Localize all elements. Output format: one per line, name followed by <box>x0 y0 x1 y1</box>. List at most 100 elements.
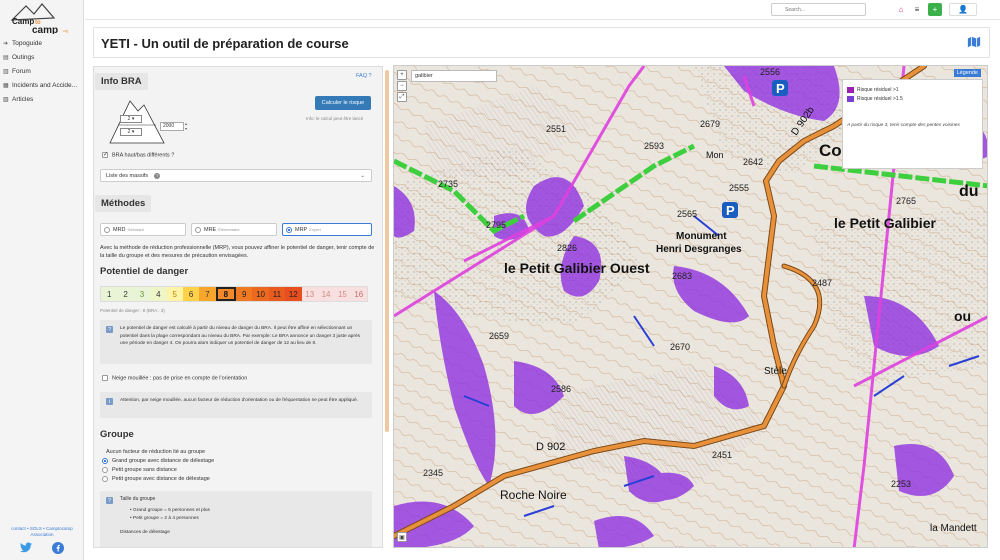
elevation-label: 2826 <box>557 243 577 253</box>
method-mrd-option[interactable]: MRD Débutant <box>100 223 186 236</box>
camptocamp-logo[interactable]: Camp to camp org <box>10 2 74 36</box>
legend-item: Risque résiduel >1 <box>847 87 899 93</box>
danger-level-5[interactable]: 5 <box>166 287 183 301</box>
search-input[interactable] <box>771 3 866 16</box>
danger-level-2[interactable]: 2 <box>117 287 134 301</box>
elevation-label: 2556 <box>760 67 780 77</box>
fullscreen-icon[interactable]: ⤢ <box>397 92 407 102</box>
danger-level-15[interactable]: 15 <box>334 287 351 301</box>
danger-level-9[interactable]: 9 <box>236 287 253 301</box>
map-label-road: D 902 <box>536 441 565 453</box>
wet-snow-checkbox[interactable]: Neige mouillée : pas de prise en compte … <box>102 375 247 381</box>
altitude-input[interactable]: 2000 <box>160 122 184 131</box>
method-mrp-option[interactable]: MRP Expert <box>282 223 372 236</box>
wet-snow-label: Neige mouillée : pas de prise en compte … <box>112 375 248 382</box>
sidebar-item-articles[interactable]: ▧ Articles <box>3 92 77 106</box>
legend-swatch-icon <box>847 87 854 93</box>
potentiel-info-box: ? Le potentiel de danger est calculé à p… <box>100 320 372 364</box>
sidebar-item-forum[interactable]: ▥ Forum <box>3 64 77 78</box>
massif-select-label: Liste des massifs <box>106 172 149 179</box>
map-label-stele: Stèle <box>764 366 787 377</box>
map-icon[interactable] <box>967 35 981 49</box>
distances-title: Distances de délestage <box>120 530 170 535</box>
danger-level-16[interactable]: 16 <box>350 287 367 301</box>
calculate-hint: Info: le calcul peut être lancé <box>306 116 364 121</box>
group-size-title: Taille du groupe <box>120 496 156 502</box>
elevation-label: 2253 <box>891 479 911 489</box>
legend-note: A partir du risque 3, tenir compte des p… <box>847 123 960 128</box>
elevation-label: 2679 <box>700 119 720 129</box>
info-icon: i <box>106 398 113 405</box>
yeti-form-panel: Info BRA FAQ ? 2 ▾ 2 ▾ 2000 ▴ ▾ Calculer … <box>93 66 383 548</box>
elevation-label: 2487 <box>812 278 832 288</box>
bra-different-checkbox[interactable]: BRA haut/bas différents ? <box>102 151 174 158</box>
elevation-label: 2345 <box>423 468 443 478</box>
svg-text:camp: camp <box>32 25 58 34</box>
danger-level-8[interactable]: 8 <box>215 287 236 301</box>
elevation-label: 2551 <box>546 124 566 134</box>
user-icon[interactable]: 👤 <box>949 3 977 16</box>
sidebar-nav: ➔ Topoguide ▤ Outings ▥ Forum ▦ Incidents an… <box>3 36 77 106</box>
danger-level-1[interactable]: 1 <box>101 287 118 301</box>
group-size-bullet: • Petit groupe = 2 à 4 personnes <box>130 516 199 521</box>
elevation-label: 2642 <box>743 157 763 167</box>
danger-level-4[interactable]: 4 <box>150 287 167 301</box>
group-option-large-distance[interactable]: Grand groupe avec distance de délestage <box>102 458 214 464</box>
map-view[interactable]: P P Col du Galibier le Petit Galibier le… <box>393 65 988 548</box>
radio-label: Petit groupe sans distance <box>112 467 177 473</box>
map-label-roche: Roche Noire <box>500 488 567 502</box>
legend-item: Risque résiduel >1.5 <box>847 96 903 102</box>
chevron-down-icon: ⌄ <box>360 172 365 179</box>
twitter-icon[interactable] <box>20 542 32 553</box>
danger-level-6[interactable]: 6 <box>182 287 200 301</box>
legend-swatch-icon <box>847 96 854 102</box>
danger-level-7[interactable]: 7 <box>199 287 216 301</box>
danger-level-14[interactable]: 14 <box>317 287 335 301</box>
legend-button[interactable]: Légende <box>953 69 981 77</box>
map-label-petit: le Petit Galibier <box>834 215 936 231</box>
radio-icon <box>195 227 201 233</box>
zoom-out-icon[interactable]: − <box>397 81 407 91</box>
layers-toggle-icon[interactable]: ▣ <box>397 532 407 542</box>
svg-text:Camp: Camp <box>12 17 34 26</box>
map-label-mandette: la Mandett <box>930 523 977 534</box>
bra-low-level[interactable]: 2 ▾ <box>120 128 142 136</box>
danger-level-3[interactable]: 3 <box>133 287 151 301</box>
sidebar-item-outings[interactable]: ▤ Outings <box>3 50 77 64</box>
map-label-ou: ou <box>954 308 971 324</box>
faq-link[interactable]: FAQ ? <box>356 73 372 79</box>
danger-level-13[interactable]: 13 <box>301 287 318 301</box>
altitude-stepper[interactable]: ▴ ▾ <box>185 121 187 131</box>
elevation-label: 2683 <box>672 271 692 281</box>
methodes-heading: Méthodes <box>95 195 152 212</box>
zoom-in-icon[interactable]: + <box>397 70 407 80</box>
massif-select[interactable]: Liste des massifs ? ⌄ <box>100 169 372 182</box>
group-option-small-no-distance[interactable]: Petit groupe sans distance <box>102 467 177 473</box>
group-option-none[interactable]: Aucun facteur de réduction lié au groupe <box>106 449 205 455</box>
map-search-input[interactable]: galibier <box>411 70 497 82</box>
sidebar-item-topoguide[interactable]: ➔ Topoguide <box>3 36 77 50</box>
radio-icon <box>102 476 108 482</box>
methode-description: Avec la méthode de réduction professionn… <box>100 245 375 259</box>
groupe-heading: Groupe <box>100 429 134 440</box>
danger-level-10[interactable]: 10 <box>252 287 269 301</box>
elevation-label: 2670 <box>670 342 690 352</box>
checkbox-icon <box>102 375 108 381</box>
danger-level-12[interactable]: 12 <box>285 287 302 301</box>
add-icon[interactable]: + <box>928 3 942 16</box>
method-mre-option[interactable]: MRE Élémentaire <box>191 223 277 236</box>
group-size-bullet: • Grand groupe = 5 personnes et plus <box>130 508 210 513</box>
home-icon[interactable]: ⌂ <box>895 3 907 16</box>
info-icon: ? <box>154 172 161 179</box>
sidebar-item-incidents[interactable]: ▦ Incidents and Accide... <box>3 78 77 92</box>
calculate-risk-button[interactable]: Calculer le risque <box>315 96 371 110</box>
bra-high-level[interactable]: 2 ▾ <box>120 115 142 123</box>
radio-icon <box>102 467 108 473</box>
layers-icon[interactable]: ≡ <box>911 3 923 16</box>
sidebar-footer-links[interactable]: contact • SOLS • Camptocamp Association <box>0 526 84 538</box>
panel-resize-handle[interactable] <box>385 70 389 432</box>
facebook-icon[interactable] <box>52 542 64 554</box>
danger-level-11[interactable]: 11 <box>268 287 286 301</box>
danger-potential-scale: 1 2 3 4 5 6 7 8 9 10 11 12 13 14 15 16 <box>100 286 368 302</box>
group-option-small-distance[interactable]: Petit groupe avec distance de délestage <box>102 476 210 482</box>
